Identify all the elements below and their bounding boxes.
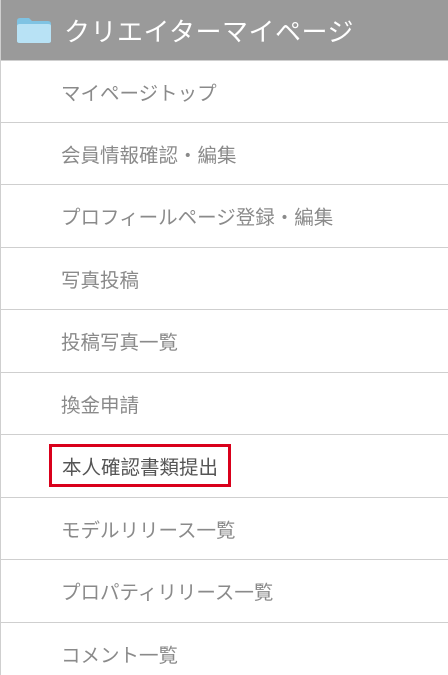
- menu-item-label: マイページトップ: [61, 81, 217, 105]
- menu-item-id-document-submission[interactable]: 本人確認書類提出: [1, 435, 448, 498]
- menu-item-member-info[interactable]: 会員情報確認・編集: [1, 123, 448, 185]
- menu-title: クリエイターマイページ: [64, 17, 354, 48]
- menu-item-label: 会員情報確認・編集: [61, 143, 237, 167]
- menu-item-label: モデルリリース一覧: [61, 518, 236, 542]
- creator-mypage-menu: クリエイターマイページ マイページトップ 会員情報確認・編集 プロフィールページ…: [0, 0, 448, 675]
- menu-item-profile-page[interactable]: プロフィールページ登録・編集: [1, 185, 448, 248]
- menu-header: クリエイターマイページ: [1, 0, 448, 60]
- menu-item-label: 本人確認書類提出: [49, 444, 232, 488]
- menu-item-photo-upload[interactable]: 写真投稿: [1, 248, 448, 310]
- menu-item-label: プロフィールページ登録・編集: [61, 206, 334, 230]
- menu-item-comment-list[interactable]: コメント一覧: [1, 623, 448, 675]
- menu-item-model-release-list[interactable]: モデルリリース一覧: [1, 498, 448, 560]
- menu-item-cashout-request[interactable]: 換金申請: [1, 373, 448, 435]
- folder-icon: [15, 15, 53, 45]
- menu-item-label: コメント一覧: [61, 643, 179, 667]
- menu-list: マイページトップ 会員情報確認・編集 プロフィールページ登録・編集 写真投稿 投…: [1, 60, 448, 675]
- menu-item-label: プロパティリリース一覧: [61, 581, 274, 605]
- menu-item-property-release-list[interactable]: プロパティリリース一覧: [1, 560, 448, 623]
- menu-item-posted-photos[interactable]: 投稿写真一覧: [1, 310, 448, 373]
- menu-item-label: 写真投稿: [61, 268, 140, 292]
- menu-item-mypage-top[interactable]: マイページトップ: [1, 60, 448, 123]
- menu-item-label: 投稿写真一覧: [61, 331, 179, 355]
- menu-item-label: 換金申請: [61, 393, 140, 417]
